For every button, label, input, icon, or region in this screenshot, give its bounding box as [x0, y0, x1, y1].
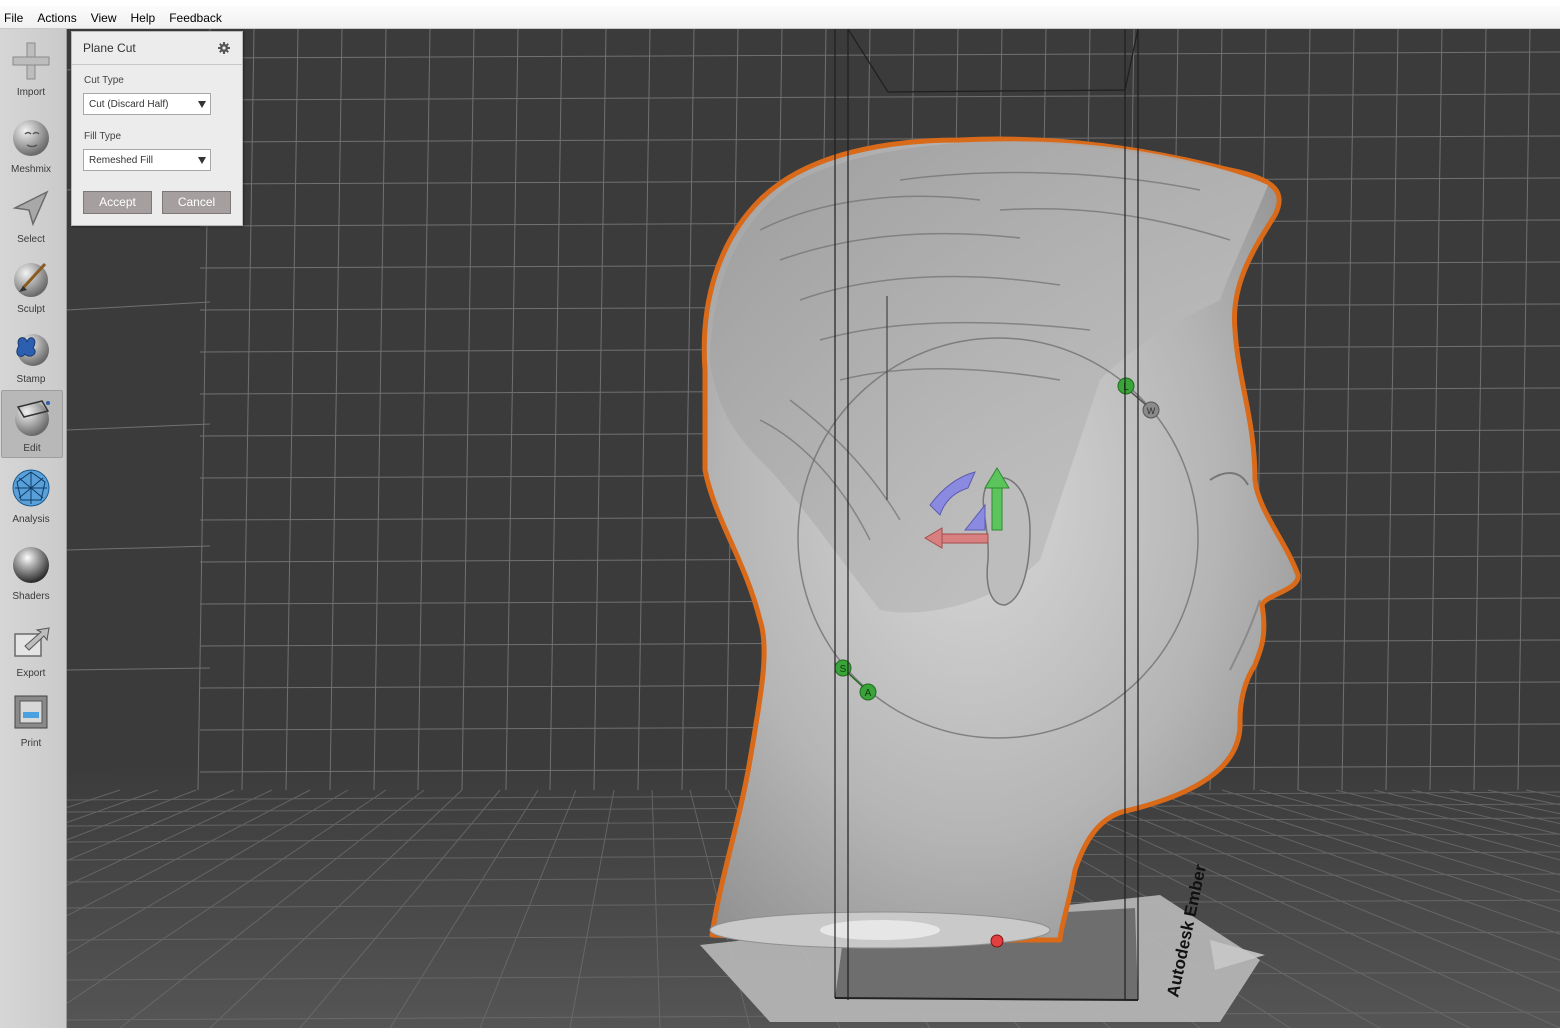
- cut-type-value: Cut (Discard Half): [89, 99, 169, 110]
- grid-line: [199, 51, 1560, 59]
- cut-type-label: Cut Type: [84, 75, 124, 86]
- grid-line: [329, 29, 343, 791]
- up-arrow-shaft: [991, 484, 1003, 531]
- plus-icon: [12, 42, 50, 80]
- gear-icon[interactable]: [218, 42, 230, 54]
- grid-line: [285, 29, 299, 791]
- grid-line: [681, 29, 695, 791]
- grid-line: [461, 29, 475, 791]
- tool-sculpt-label: Sculpt: [17, 304, 45, 315]
- grid-line: [549, 29, 563, 791]
- fill-type-label: Fill Type: [84, 131, 122, 142]
- sculpt-brush-icon: [14, 262, 48, 297]
- scene-canvas[interactable]: L W S A Autodesk Ember: [67, 29, 1560, 1028]
- svg-text:S: S: [840, 664, 847, 675]
- grid-line: [417, 29, 431, 791]
- grid-line: [1385, 29, 1399, 791]
- tool-edit-label: Edit: [23, 443, 41, 454]
- menu-bar: File Actions View Help Feedback: [0, 0, 1560, 29]
- tool-analysis[interactable]: Analysis: [0, 462, 62, 528]
- fill-type-select[interactable]: Remeshed Fill: [83, 149, 211, 171]
- tool-sidebar: Import Meshmix Select Sculpt Stamp Edit …: [0, 29, 67, 1028]
- menu-view[interactable]: View: [85, 10, 125, 26]
- tool-select-label: Select: [17, 234, 45, 245]
- grid-line: [1517, 29, 1531, 791]
- tool-meshmix[interactable]: Meshmix: [0, 112, 62, 178]
- tool-import[interactable]: Import: [0, 35, 62, 101]
- title-strip: [0, 0, 1560, 6]
- grid-line: [1297, 29, 1311, 791]
- grid-line: [67, 667, 211, 671]
- menu-help[interactable]: Help: [125, 10, 164, 26]
- tool-analysis-label: Analysis: [12, 514, 50, 525]
- cut-type-select[interactable]: Cut (Discard Half): [83, 93, 211, 115]
- accept-button[interactable]: Accept: [83, 191, 152, 214]
- meshmix-head-icon: [13, 120, 49, 156]
- svg-text:W: W: [1147, 406, 1156, 416]
- grid-line: [637, 29, 651, 791]
- tool-print-label: Print: [20, 738, 42, 749]
- cancel-button[interactable]: Cancel: [162, 191, 231, 214]
- tool-stamp-label: Stamp: [16, 374, 46, 385]
- grid-line: [1253, 29, 1267, 791]
- analysis-mesh-icon: [12, 469, 50, 507]
- menu-actions[interactable]: Actions: [31, 10, 84, 26]
- grid-line: [67, 545, 211, 551]
- tool-select[interactable]: Select: [0, 182, 62, 248]
- 3d-viewport[interactable]: L W S A Autodesk Ember: [67, 29, 1560, 1028]
- tool-stamp[interactable]: Stamp: [0, 322, 62, 388]
- chevron-down-icon: [198, 157, 206, 164]
- panel-title: Plane Cut: [83, 41, 136, 55]
- grid-line: [373, 29, 387, 791]
- edit-sphere-icon: [15, 400, 50, 436]
- tool-edit[interactable]: Edit: [1, 390, 63, 458]
- grid-line: [67, 423, 211, 431]
- grid-line: [593, 29, 607, 791]
- grid-line: [1473, 29, 1487, 791]
- chevron-down-icon: [198, 101, 206, 108]
- svg-text:A: A: [865, 688, 872, 699]
- export-icon: [14, 627, 50, 657]
- printer-icon: [14, 695, 48, 729]
- grid-line: [199, 135, 1560, 143]
- select-arrow-icon: [12, 190, 49, 227]
- stamp-icon: [16, 334, 49, 366]
- grid-line: [199, 93, 1560, 101]
- tool-export-label: Export: [16, 668, 46, 679]
- tool-print[interactable]: Print: [0, 686, 62, 752]
- grid-line: [241, 29, 255, 791]
- origin-marker: [990, 934, 1004, 948]
- menu-file[interactable]: File: [0, 10, 31, 26]
- tool-meshmix-label: Meshmix: [10, 164, 51, 175]
- fill-type-value: Remeshed Fill: [89, 155, 153, 166]
- plane-cut-panel: Plane Cut Cut Type Cut (Discard Half) Fi…: [71, 31, 243, 226]
- tool-sculpt[interactable]: Sculpt: [0, 252, 62, 318]
- grid-line: [1429, 29, 1443, 791]
- tool-import-label: Import: [16, 87, 46, 98]
- menu-feedback[interactable]: Feedback: [163, 10, 230, 26]
- left-arrow-shaft: [939, 533, 989, 544]
- panel-divider: [72, 64, 242, 65]
- tool-shaders[interactable]: Shaders: [0, 539, 62, 605]
- grid-line: [505, 29, 519, 791]
- tool-export[interactable]: Export: [0, 616, 62, 682]
- tool-shaders-label: Shaders: [12, 591, 50, 602]
- svg-text:L: L: [1123, 382, 1129, 393]
- shader-sphere-icon: [13, 547, 49, 583]
- grid-line: [67, 301, 211, 311]
- grid-line: [1341, 29, 1355, 791]
